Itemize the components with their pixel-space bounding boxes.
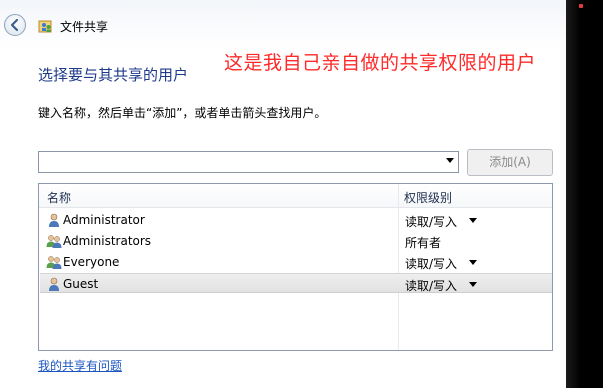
page-heading: 选择要与其共享的用户 — [38, 66, 189, 84]
user-permission-list[interactable]: 名称 权限级别 Administrator 读取/写入 Administrato… — [38, 183, 553, 351]
table-row[interactable]: Everyone 读取/写入 — [40, 252, 552, 272]
table-row[interactable]: Administrator 读取/写入 — [40, 210, 552, 230]
add-button[interactable]: 添加(A) — [467, 149, 553, 176]
user-name-combobox[interactable] — [38, 151, 459, 173]
back-arrow-icon — [10, 18, 19, 32]
user-name: Administrators — [63, 234, 152, 248]
table-row[interactable]: Administrators 所有者 — [40, 231, 552, 251]
sharing-help-link[interactable]: 我的共享有问题 — [38, 357, 122, 374]
red-marker — [579, 4, 583, 8]
window-title: 文件共享 — [60, 20, 109, 34]
permission-level[interactable]: 读取/写入 — [405, 213, 457, 230]
column-header-name[interactable]: 名称 — [47, 189, 71, 206]
combo-dropdown-arrow-icon[interactable] — [446, 158, 454, 163]
user-name: Guest — [63, 277, 99, 291]
list-header: 名称 权限级别 — [39, 184, 552, 208]
user-icon — [49, 277, 59, 291]
permission-dropdown-arrow-icon[interactable] — [469, 260, 477, 265]
user-name: Administrator — [63, 213, 145, 227]
background-strip — [566, 0, 603, 388]
permission-dropdown-arrow-icon[interactable] — [469, 218, 477, 223]
file-sharing-icon — [38, 20, 52, 33]
group-icon — [46, 235, 62, 248]
annotation-text: 这是我自己亲自做的共享权限的用户 — [224, 52, 537, 74]
permission-level[interactable]: 读取/写入 — [405, 255, 457, 272]
back-button[interactable] — [4, 14, 26, 36]
user-name: Everyone — [63, 255, 120, 269]
instruction-text: 键入名称，然后单击“添加”，或者单击箭头查找用户。 — [38, 106, 327, 120]
group-icon — [46, 256, 62, 269]
column-header-permission[interactable]: 权限级别 — [404, 189, 452, 206]
user-icon — [49, 213, 59, 227]
table-row-selected[interactable]: Guest 读取/写入 — [40, 273, 552, 293]
permission-level: 所有者 — [405, 236, 442, 250]
permission-dropdown-arrow-icon[interactable] — [469, 282, 477, 287]
permission-level[interactable]: 读取/写入 — [405, 277, 457, 294]
